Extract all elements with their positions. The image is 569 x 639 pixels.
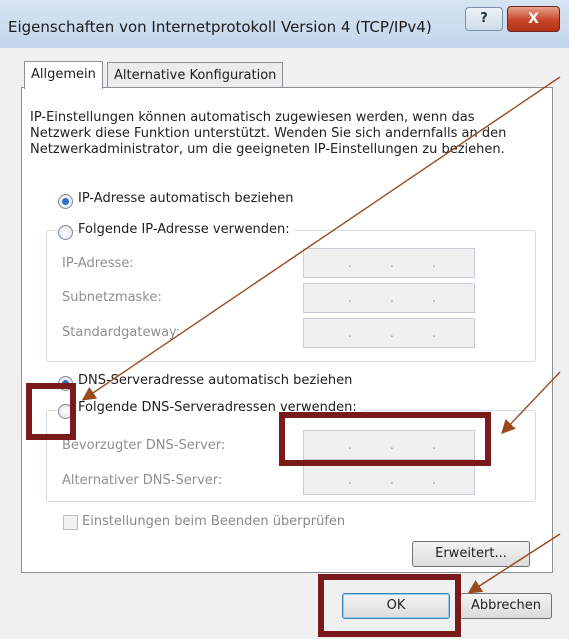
tab-allgemein[interactable]: Allgemein	[24, 61, 103, 89]
annotation-arrows	[81, 76, 561, 594]
arrow-to-dns-radio	[81, 76, 561, 401]
arrow-to-ok-button	[467, 533, 561, 594]
arrow-to-dns-field	[501, 371, 561, 435]
